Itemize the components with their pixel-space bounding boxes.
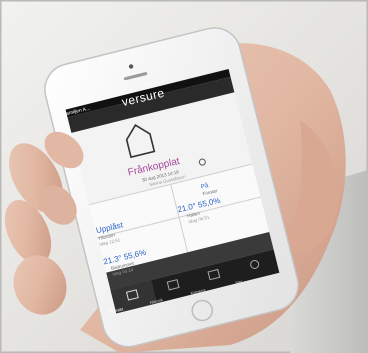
photo-phone-in-hand bbox=[0, 0, 368, 353]
